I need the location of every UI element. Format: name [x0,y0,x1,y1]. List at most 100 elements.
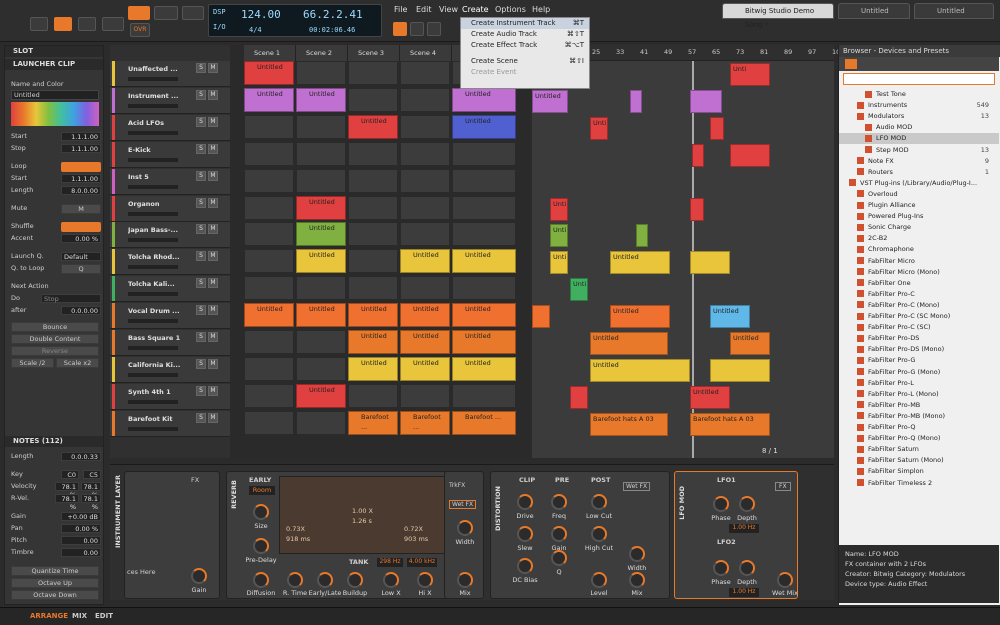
note-length-value[interactable]: 0.0.0.33 [61,452,101,461]
rvel-high[interactable]: 78.1 % [81,494,101,511]
hi-x-freq[interactable]: 4.00 kHz [407,558,437,567]
launcher-clip[interactable]: Untitled [400,249,450,274]
browser-item[interactable]: 2C-B2 [839,233,999,244]
launcher-clip[interactable]: Untitled [400,356,450,381]
arranger-clip[interactable]: Untitled [590,358,690,382]
empty-slot[interactable] [348,61,398,85]
launcher-clip[interactable]: Untitled [296,87,346,112]
quantize-time-button[interactable]: Quantize Time [11,566,99,576]
low-x-knob[interactable] [383,572,399,588]
empty-slot[interactable] [296,61,346,85]
launcher-clip[interactable]: Untitled [296,383,346,408]
early-late-knob[interactable] [317,572,333,588]
track-row[interactable]: Vocal Drum ... S M [110,303,230,330]
volume-meter[interactable] [128,77,178,81]
empty-slot[interactable] [296,168,346,193]
empty-slot[interactable] [244,249,294,274]
arranger-clip[interactable]: Unti [550,251,568,275]
mix-tab[interactable]: MIX [72,612,87,620]
browser-item[interactable]: Sonic Charge [839,222,999,233]
menu-item-create-instrument-track[interactable]: Create Instrument Track ⌘T [461,18,589,29]
accent-value[interactable]: 0.00 % [61,234,101,243]
browser-item[interactable]: FabFilter Pro-L [839,378,999,389]
launcher-clip[interactable]: Untitled [452,249,516,274]
velocity-high[interactable]: 78.1 % [81,482,101,499]
pitch-value[interactable]: 0.00 [61,536,101,545]
width-2-knob[interactable] [629,546,645,562]
volume-meter[interactable] [128,319,178,324]
pan-value[interactable]: 0.00 % [61,524,101,533]
devices-tab-icon[interactable] [845,59,857,69]
menu-file[interactable]: File [394,5,407,14]
launcher-clip[interactable]: Untitled [296,222,346,247]
hi-x-knob[interactable] [417,572,433,588]
tool-eraser[interactable] [427,22,441,36]
rtime-knob[interactable] [287,572,303,588]
launcher-clip[interactable]: Untitled [348,303,398,328]
arranger-clip[interactable]: Untitled [710,305,750,329]
track-name[interactable]: Unaffected ... [128,65,182,73]
track-row[interactable]: Bass Square 1 SM [110,330,230,356]
arranger-clip[interactable] [690,89,722,113]
track-name[interactable]: Bass Square 1 [128,334,182,342]
arranger-clip[interactable]: Barefoot hats A 03 [590,412,668,436]
color-palette[interactable] [11,102,99,126]
scale-x2-button[interactable]: Scale x2 [56,358,99,368]
browser-item[interactable]: FabFilter Pro-DS (Mono) [839,344,999,355]
track-name[interactable]: Tolcha Rhod... [128,253,182,261]
browser-item[interactable]: Overloud [839,189,999,200]
mute-button[interactable]: M [208,63,218,73]
empty-slot[interactable] [244,222,294,247]
start-value[interactable]: 1.1.1.00 [61,132,101,141]
empty-slot[interactable] [244,168,294,193]
empty-slot[interactable] [452,276,516,301]
track-name[interactable]: Synth 4th 1 [128,388,182,396]
after-value[interactable]: 0.0.0.00 [61,306,101,315]
track-row[interactable]: Synth 4th 1 SM [110,383,230,410]
volume-meter[interactable] [128,265,178,270]
track-row[interactable]: Organon S M [110,195,230,222]
browser-item[interactable]: Modulators 13 [839,111,999,122]
wet-fx-2-button[interactable]: Wet FX [623,482,651,491]
browser-item[interactable]: FabFilter Pro-C (Mono) [839,300,999,311]
empty-slot[interactable] [400,87,450,112]
track-name[interactable]: Barefoot Kit [128,415,182,423]
empty-slot[interactable] [244,276,294,301]
empty-slot[interactable] [348,168,398,193]
arranger-clip[interactable] [710,358,770,382]
launch-q-select[interactable]: Default [61,252,101,261]
position-value[interactable]: 66.2.2.41 [303,8,363,21]
browser-item[interactable]: VST Plug-ins (/Library/Audio/Plug-I... [839,178,999,189]
empty-slot[interactable] [400,114,450,139]
empty-slot[interactable] [400,168,450,193]
clip-name-field[interactable]: Untitled [11,90,99,100]
room-select[interactable]: Room [249,486,275,495]
arranger-clip[interactable]: Untitled [730,332,770,355]
solo-button[interactable]: S [196,143,206,154]
arranger-clip[interactable]: Untitled [610,305,670,329]
arranger-clip[interactable] [690,197,704,221]
menu-view[interactable]: View [439,5,458,14]
browser-item[interactable]: Instruments 549 [839,100,999,111]
menu-help[interactable]: Help [532,5,550,14]
edit-tab[interactable]: EDIT [95,612,113,620]
low-x-freq[interactable]: 298 Hz [377,558,403,567]
browser-item[interactable]: FabFilter Pro-C (SC) [839,322,999,333]
shuffle-toggle[interactable] [61,222,101,232]
empty-slot[interactable] [296,410,346,435]
doc-tab-demo[interactable]: Bitwig Studio Demo Song * [722,3,834,29]
mix-knob[interactable] [457,572,473,588]
launcher-clip[interactable]: Untitled [296,303,346,328]
rvel-low[interactable]: 78.1 % [55,494,79,511]
doc-tab-untitled-2[interactable]: Untitled [914,3,994,19]
mute-button[interactable]: M [208,412,218,423]
dist-gain-knob[interactable] [551,526,567,542]
lfo2-rate[interactable]: 1.00 Hz [729,588,759,597]
empty-slot[interactable] [244,330,294,354]
loop-button[interactable] [102,17,124,31]
mix-2-knob[interactable] [629,572,645,588]
mute-button[interactable]: M [208,278,218,289]
empty-slot[interactable] [452,168,516,193]
empty-slot[interactable] [348,222,398,247]
menu-item-create-scene[interactable]: Create Scene ⌘⇧I [461,56,589,67]
